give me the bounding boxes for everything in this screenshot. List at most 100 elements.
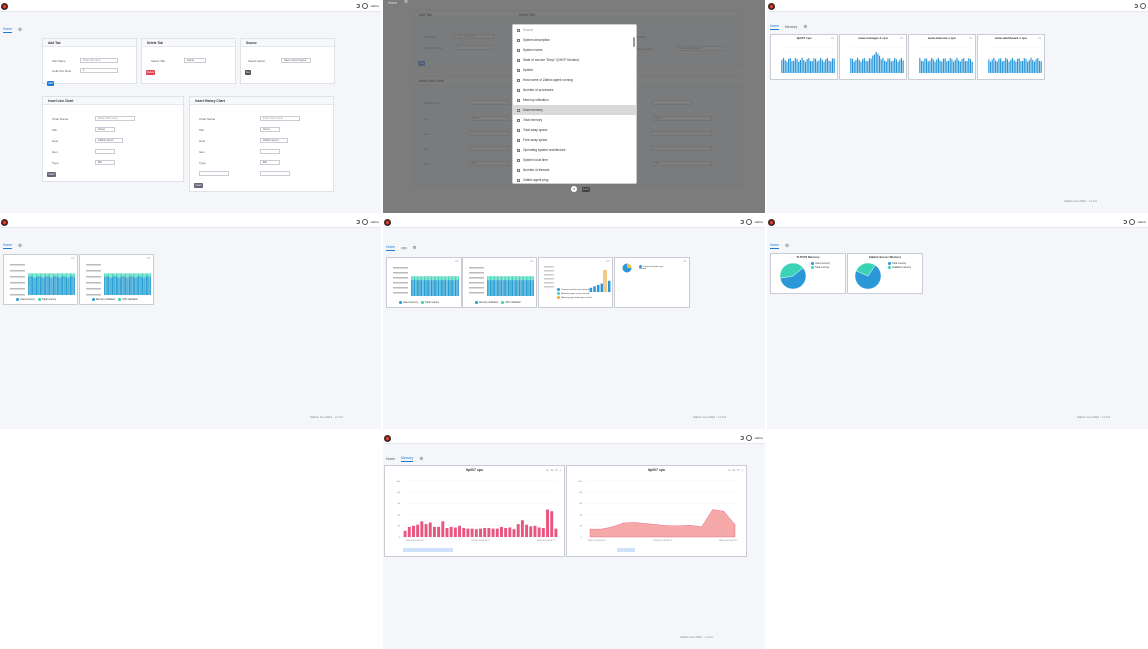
dropdown-insert-button[interactable]: Insert bbox=[582, 187, 590, 192]
gear-icon[interactable]: ⚙ bbox=[413, 245, 417, 250]
dropdown-option[interactable]: Total memory bbox=[513, 115, 636, 125]
dropdown-option[interactable]: State of service "Dhcp" (DHCP Monitor) bbox=[513, 55, 636, 65]
select-action-dropdown[interactable]: Save current layout bbox=[281, 58, 311, 63]
host-select[interactable]: Zabbix server bbox=[95, 138, 123, 143]
gear-icon[interactable]: ⚙ bbox=[785, 243, 789, 248]
legend-item[interactable]: Used memory bbox=[399, 301, 418, 304]
tab-cpu[interactable]: cpu bbox=[401, 246, 406, 251]
dropdown-option[interactable]: System name bbox=[513, 45, 636, 55]
zoom-slider[interactable] bbox=[403, 548, 453, 552]
legend-item[interactable]: Total memory bbox=[811, 266, 829, 269]
checkbox-icon[interactable] bbox=[517, 158, 520, 162]
theme-toggle-icon[interactable] bbox=[1134, 4, 1138, 8]
legend-item[interactable]: Context switches per second bbox=[557, 288, 589, 291]
dropdown-option[interactable]: Number of threads bbox=[513, 165, 636, 175]
checkbox-icon[interactable] bbox=[517, 78, 520, 82]
avatar[interactable] bbox=[1140, 3, 1146, 9]
checkbox-icon[interactable] bbox=[517, 148, 520, 152]
gear-icon[interactable]: ⚙ bbox=[803, 24, 807, 29]
insert-line-chart-button[interactable]: Insert bbox=[47, 172, 56, 177]
dropdown-option[interactable]: Uptime bbox=[513, 65, 636, 75]
checkbox-icon[interactable] bbox=[517, 168, 520, 172]
avatar[interactable] bbox=[362, 3, 369, 9]
legend-item[interactable]: Used memory bbox=[811, 262, 830, 265]
legend-item[interactable]: CPU utilization bbox=[118, 298, 138, 301]
tab-home[interactable]: Home bbox=[386, 245, 396, 251]
dropdown-option[interactable]: System local time bbox=[513, 155, 636, 165]
tab-home[interactable]: Home bbox=[3, 243, 13, 249]
theme-toggle-icon[interactable] bbox=[1123, 220, 1128, 224]
dropdown-scrollbar[interactable] bbox=[633, 37, 635, 47]
insert-history-chart-button[interactable]: Insert bbox=[194, 183, 203, 188]
checkbox-icon[interactable] bbox=[517, 48, 520, 52]
legend-item[interactable]: Context switches per second bbox=[639, 265, 669, 270]
dropdown-option[interactable]: Used memory bbox=[513, 105, 636, 115]
gear-icon[interactable]: ⚙ bbox=[404, 0, 408, 4]
gear-icon[interactable]: ⚙ bbox=[18, 27, 22, 32]
checkbox-icon[interactable] bbox=[517, 138, 520, 142]
legend-item[interactable]: Memory pages in per second bbox=[557, 292, 589, 295]
gear-icon[interactable]: ⚙ bbox=[18, 243, 22, 248]
zoom-slider[interactable] bbox=[617, 548, 635, 552]
cells-stepper[interactable]: 1 bbox=[80, 68, 118, 73]
legend-item[interactable]: Total memory bbox=[37, 298, 56, 301]
dropdown-option[interactable]: Memory utilization bbox=[513, 95, 636, 105]
legend-item[interactable]: Memory utilization bbox=[92, 298, 115, 301]
add-tab-button[interactable]: Add bbox=[47, 81, 54, 86]
tab-home[interactable]: Home bbox=[770, 243, 780, 249]
delete-tab-button[interactable]: Delete bbox=[146, 70, 155, 75]
tab-memory[interactable]: Memory bbox=[785, 25, 797, 30]
legend-item[interactable]: Total memory bbox=[420, 301, 439, 304]
tab-home[interactable]: Home bbox=[770, 24, 780, 30]
checkbox-icon[interactable] bbox=[517, 88, 520, 92]
gear-icon[interactable]: ⚙ bbox=[419, 456, 423, 461]
legend-item[interactable]: Available memory bbox=[888, 266, 911, 269]
from-date-input[interactable] bbox=[199, 171, 229, 176]
checkbox-icon[interactable] bbox=[517, 98, 520, 102]
dropdown-search[interactable]: Search bbox=[513, 25, 636, 35]
legend-item[interactable]: Used memory bbox=[16, 298, 35, 301]
tab-home[interactable]: Home bbox=[3, 27, 13, 33]
type-select[interactable]: Bar bbox=[95, 160, 115, 165]
tab-select[interactable]: Home bbox=[95, 127, 115, 132]
checkbox-icon[interactable] bbox=[517, 108, 520, 112]
dropdown-option[interactable]: Total swap space bbox=[513, 125, 636, 135]
tab-memory[interactable]: Memory bbox=[401, 456, 414, 462]
host-select[interactable]: Zabbix server bbox=[260, 138, 288, 143]
legend-item[interactable]: Memory page faults per second bbox=[557, 296, 592, 299]
legend-item[interactable]: Memory utilization bbox=[475, 301, 498, 304]
legend-item[interactable]: Total memory bbox=[888, 262, 906, 265]
checkbox-icon[interactable] bbox=[517, 118, 520, 122]
tab-home[interactable]: Home bbox=[388, 1, 397, 6]
tab-name-input[interactable]: Enter tab name bbox=[80, 58, 118, 63]
theme-toggle-icon[interactable] bbox=[356, 4, 361, 8]
legend-item[interactable]: CPU utilization bbox=[501, 301, 521, 304]
source-go-button[interactable]: Go bbox=[245, 70, 251, 75]
dropdown-option[interactable]: Zabbix agent ping bbox=[513, 175, 636, 183]
dropdown-option[interactable]: System description bbox=[513, 35, 636, 45]
checkbox-icon[interactable] bbox=[517, 58, 520, 62]
type-select[interactable]: Bar bbox=[260, 160, 280, 165]
dropdown-option[interactable]: Free swap space bbox=[513, 135, 636, 145]
to-date-input[interactable] bbox=[260, 171, 290, 176]
chart-name-input[interactable]: Enter chart name bbox=[260, 116, 300, 121]
theme-toggle-icon[interactable] bbox=[740, 220, 745, 224]
item-select[interactable] bbox=[95, 149, 115, 154]
avatar[interactable] bbox=[1129, 219, 1136, 225]
avatar[interactable] bbox=[362, 219, 369, 225]
reset-icon[interactable]: ↺ bbox=[571, 186, 577, 192]
checkbox-icon[interactable] bbox=[517, 38, 520, 42]
item-select[interactable] bbox=[260, 149, 280, 154]
theme-toggle-icon[interactable] bbox=[356, 220, 361, 224]
checkbox-icon[interactable] bbox=[517, 68, 520, 72]
search-input[interactable]: Search bbox=[523, 28, 533, 32]
tab-home[interactable]: Home bbox=[386, 457, 395, 462]
dropdown-option[interactable]: Number of processes bbox=[513, 85, 636, 95]
select-tab-dropdown[interactable]: Home bbox=[184, 58, 206, 63]
checkbox-icon[interactable] bbox=[517, 128, 520, 132]
avatar[interactable] bbox=[746, 219, 753, 225]
checkbox-icon[interactable] bbox=[517, 178, 520, 182]
theme-toggle-icon[interactable] bbox=[740, 436, 745, 440]
avatar[interactable] bbox=[746, 435, 753, 441]
dropdown-option[interactable]: Host name of Zabbix agent running bbox=[513, 75, 636, 85]
